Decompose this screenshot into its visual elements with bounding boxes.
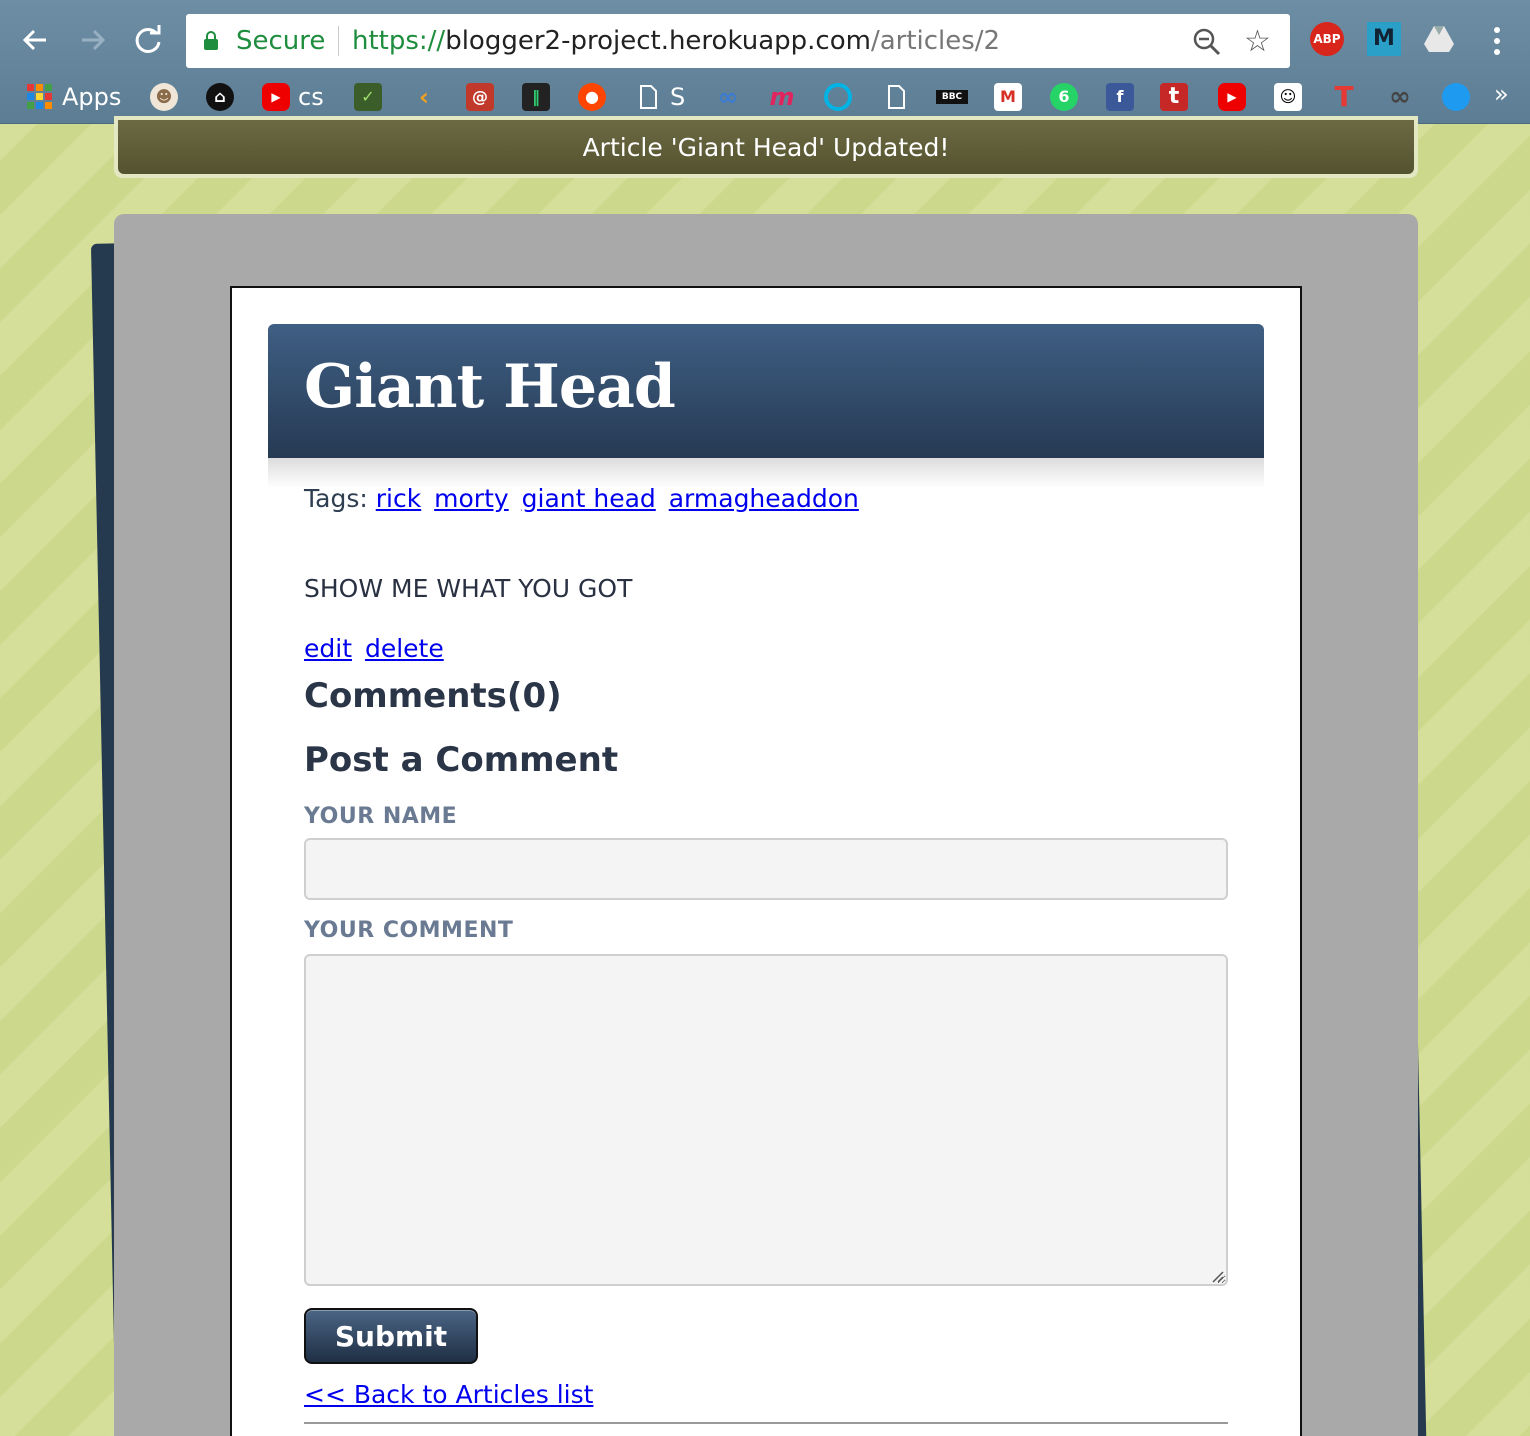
bars-icon: ‖ bbox=[522, 83, 550, 111]
comment-label: YOUR COMMENT bbox=[304, 918, 514, 943]
apps-grid-icon bbox=[26, 83, 54, 111]
bookmark-gmail[interactable]: M bbox=[994, 80, 1022, 114]
glasses-icon: ∞ bbox=[1389, 82, 1411, 112]
reload-icon[interactable] bbox=[128, 20, 168, 60]
secure-label: Secure bbox=[236, 26, 326, 56]
bookmarks-bar: Apps ☻ ⌂ ▶ cs ✓ ‹ @ ‖ ● S ∞ m BBC M 6 f bbox=[0, 72, 1530, 122]
m-logo-icon: m bbox=[769, 83, 795, 111]
people-icon: ☺ bbox=[1274, 83, 1302, 111]
edit-link[interactable]: edit bbox=[304, 634, 352, 663]
bookmark-t[interactable]: T bbox=[1330, 80, 1358, 114]
bookmark-apps[interactable]: Apps bbox=[26, 80, 121, 114]
whatsapp-icon: 6 bbox=[1050, 83, 1078, 111]
circle-icon bbox=[824, 83, 852, 111]
facebook-icon: f bbox=[1106, 83, 1134, 111]
t-icon: T bbox=[1334, 80, 1354, 113]
address-bar[interactable]: Secure https://blogger2-project.herokuap… bbox=[186, 14, 1290, 68]
bookmark-page[interactable] bbox=[882, 80, 910, 114]
bookmark-github[interactable]: ⌂ bbox=[206, 80, 234, 114]
article-actions: edit delete bbox=[304, 634, 449, 663]
submit-button[interactable]: Submit bbox=[304, 1308, 478, 1364]
bookmark-s[interactable]: S bbox=[634, 80, 685, 114]
comment-textarea[interactable] bbox=[304, 954, 1228, 1286]
bookmark-cs-label: cs bbox=[298, 83, 324, 111]
title-bar: Giant Head bbox=[268, 324, 1264, 488]
tag-link-armagheaddon[interactable]: armagheaddon bbox=[669, 484, 859, 513]
article-content: Giant Head Tags: rick morty giant head a… bbox=[230, 286, 1302, 1436]
tags-label: Tags: bbox=[304, 484, 368, 513]
bookmark-gauge[interactable]: ✓ bbox=[354, 80, 382, 114]
bookmark-m[interactable]: m bbox=[768, 80, 796, 114]
bookmark-viking[interactable]: ☻ bbox=[150, 80, 178, 114]
bookmark-bbc[interactable]: BBC bbox=[936, 80, 968, 114]
tags-line: Tags: rick morty giant head armagheaddon bbox=[304, 484, 864, 513]
tumblr-icon: t bbox=[1160, 83, 1188, 111]
bookmark-people[interactable]: ☺ bbox=[1274, 80, 1302, 114]
bookmark-spiral[interactable]: @ bbox=[466, 80, 494, 114]
zoom-icon[interactable] bbox=[1192, 27, 1222, 57]
bookmark-s-label: S bbox=[670, 83, 686, 111]
name-input[interactable] bbox=[304, 838, 1228, 900]
bookmark-infinity[interactable]: ∞ bbox=[714, 80, 742, 114]
gmail-icon: M bbox=[994, 83, 1022, 111]
page-icon bbox=[634, 83, 662, 111]
post-comment-heading: Post a Comment bbox=[304, 740, 619, 780]
bookmark-whatsapp[interactable]: 6 bbox=[1050, 80, 1078, 114]
bookmark-blue-circle[interactable] bbox=[1442, 80, 1470, 114]
infinity-icon: ∞ bbox=[718, 83, 738, 111]
gauge-icon: ✓ bbox=[354, 83, 382, 111]
back-to-articles-link[interactable]: << Back to Articles list bbox=[304, 1380, 593, 1409]
youtube-icon: ▶ bbox=[1218, 83, 1246, 111]
bookmarks-overflow-button[interactable]: » bbox=[1494, 80, 1509, 108]
bookmark-facebook[interactable]: f bbox=[1106, 80, 1134, 114]
resize-handle-icon[interactable] bbox=[1210, 1268, 1224, 1283]
adblock-extension-icon[interactable]: ABP bbox=[1310, 22, 1344, 56]
url-text[interactable]: https://blogger2-project.herokuapp.com/a… bbox=[352, 26, 1000, 56]
github-icon: ⌂ bbox=[206, 83, 234, 111]
youtube-icon: ▶ bbox=[262, 83, 290, 111]
divider bbox=[304, 1422, 1228, 1424]
article-body: SHOW ME WHAT YOU GOT bbox=[304, 574, 633, 603]
tag-link-morty[interactable]: morty bbox=[434, 484, 509, 513]
bookmark-bars[interactable]: ‖ bbox=[522, 80, 550, 114]
delete-link[interactable]: delete bbox=[365, 634, 444, 663]
name-label: YOUR NAME bbox=[304, 804, 458, 829]
back-link-row: << Back to Articles list bbox=[304, 1380, 593, 1409]
lock-icon bbox=[204, 31, 218, 51]
url-scheme: https:// bbox=[352, 26, 446, 56]
spiral-icon: @ bbox=[466, 83, 494, 111]
flash-message: Article 'Giant Head' Updated! bbox=[118, 120, 1414, 174]
bookmark-circle[interactable] bbox=[824, 80, 852, 114]
page-icon bbox=[882, 83, 910, 111]
bookmark-apps-label: Apps bbox=[62, 83, 122, 111]
browser-chrome: Secure https://blogger2-project.herokuap… bbox=[0, 0, 1530, 124]
m-extension-icon[interactable]: M bbox=[1367, 22, 1401, 56]
browser-menu-icon[interactable] bbox=[1482, 24, 1512, 58]
bbc-icon: BBC bbox=[936, 90, 968, 104]
bookmark-youtube[interactable]: ▶ bbox=[1218, 80, 1246, 114]
leetcode-icon: ‹ bbox=[419, 83, 429, 111]
bookmark-reddit[interactable]: ● bbox=[578, 80, 606, 114]
blue-circle-icon bbox=[1442, 83, 1470, 111]
omnibox-divider bbox=[338, 26, 339, 56]
tag-link-giant-head[interactable]: giant head bbox=[522, 484, 656, 513]
flash-notice: Article 'Giant Head' Updated! bbox=[114, 116, 1418, 178]
tag-link-rick[interactable]: rick bbox=[376, 484, 421, 513]
forward-icon[interactable] bbox=[72, 20, 112, 60]
drive-extension-icon[interactable] bbox=[1422, 22, 1456, 56]
article-title: Giant Head bbox=[304, 352, 676, 422]
bookmark-leetcode[interactable]: ‹ bbox=[410, 80, 438, 114]
bookmark-star-icon[interactable]: ☆ bbox=[1244, 24, 1271, 59]
reddit-icon: ● bbox=[578, 83, 606, 111]
url-path: /articles/2 bbox=[870, 26, 1001, 56]
comments-heading: Comments(0) bbox=[304, 676, 562, 716]
viking-icon: ☻ bbox=[150, 83, 178, 111]
back-icon[interactable] bbox=[16, 20, 56, 60]
url-host: blogger2-project.herokuapp.com bbox=[445, 26, 871, 56]
bookmark-glasses[interactable]: ∞ bbox=[1386, 80, 1414, 114]
bookmark-tumblr[interactable]: t bbox=[1160, 80, 1188, 114]
bookmark-cs[interactable]: ▶ cs bbox=[262, 80, 324, 114]
